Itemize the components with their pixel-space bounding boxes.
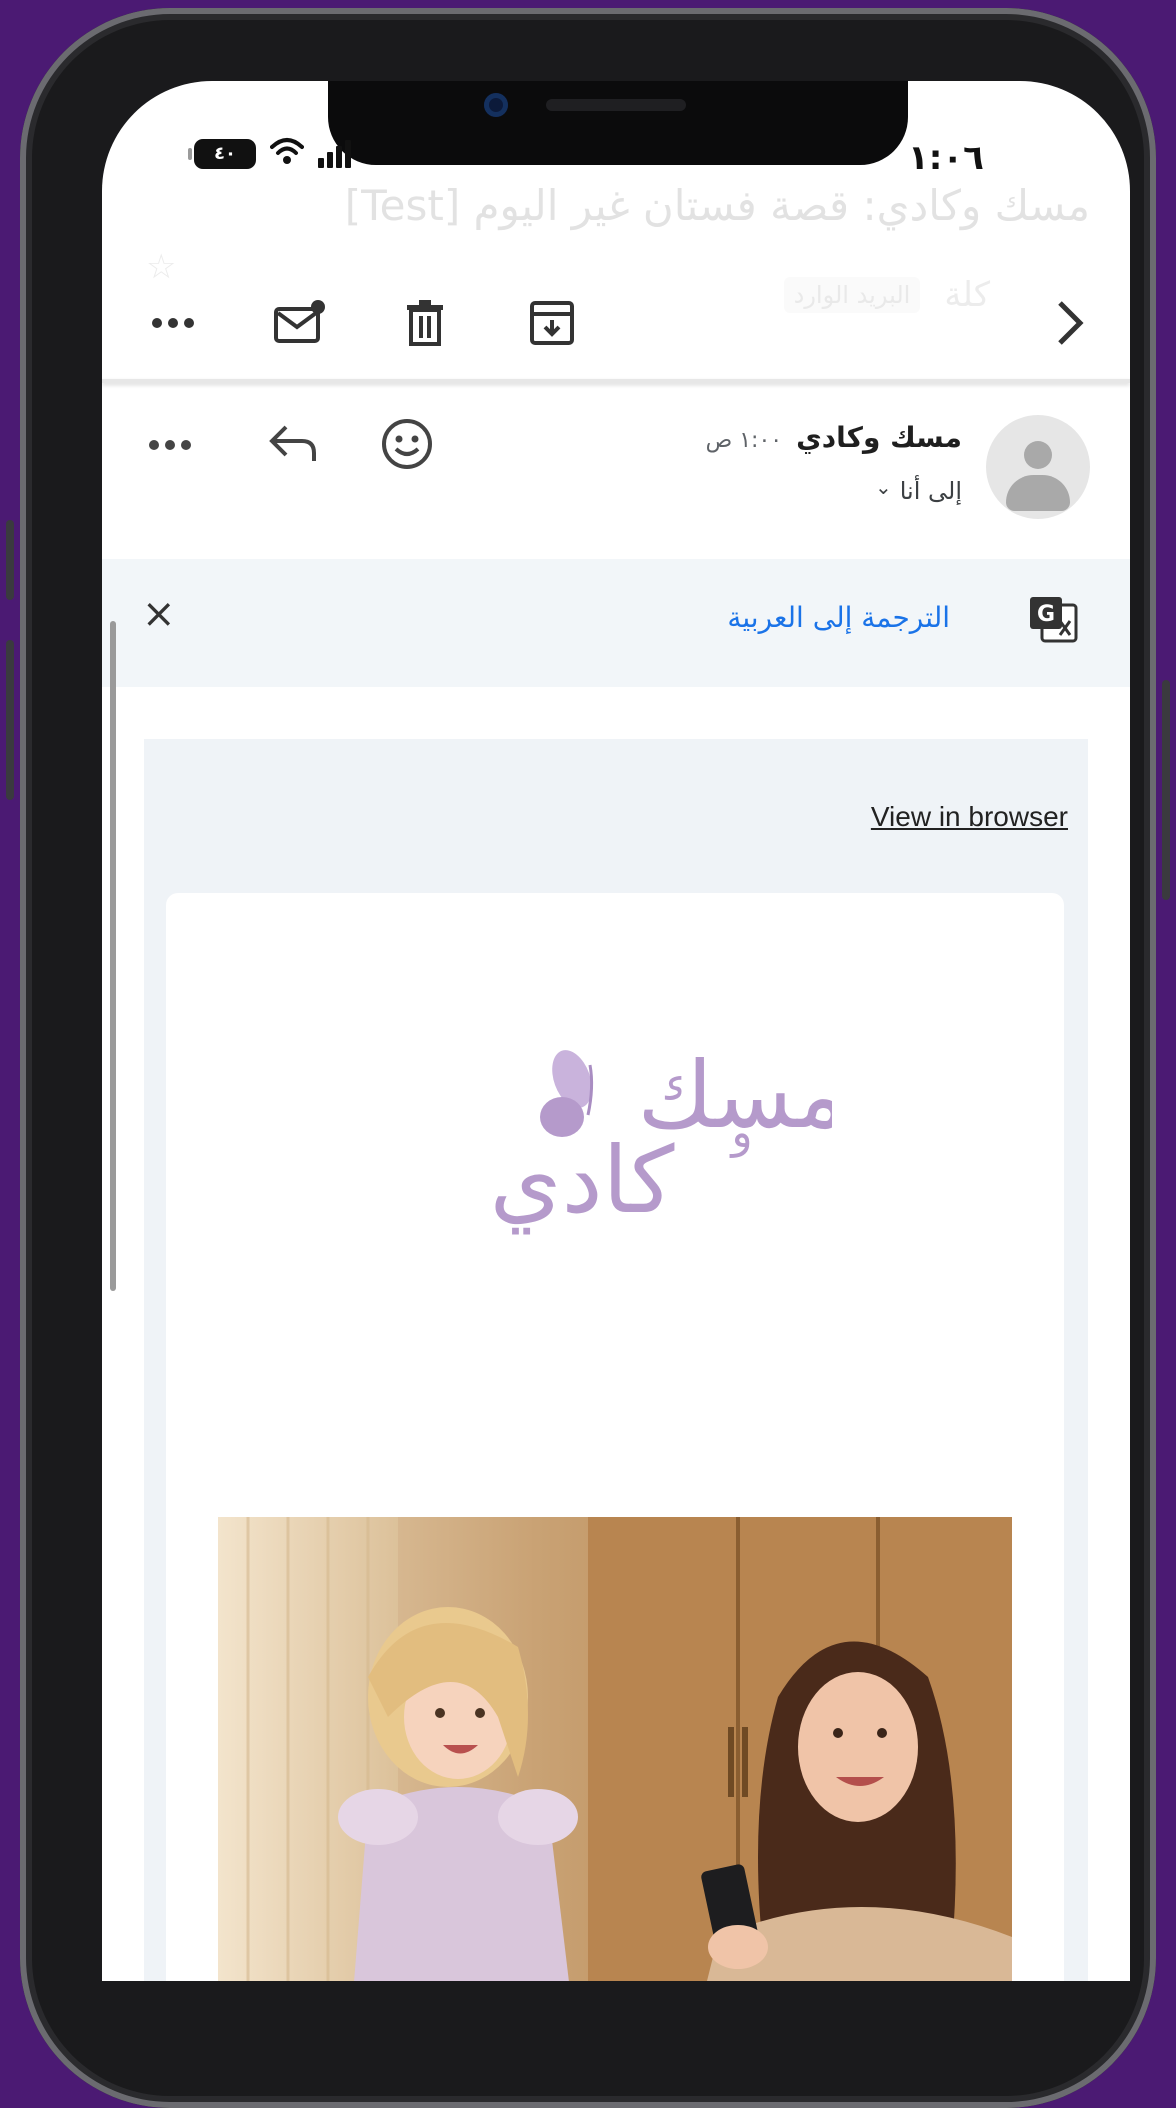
logo-text-conjunction: و [729,1107,752,1158]
email-body: View in browser مسك و كادي [144,739,1088,1981]
more-icon[interactable] [148,439,192,451]
sender-line: مسك وكادي ١:٠٠ ص [706,421,962,454]
email-subject: مسك وكادي: قصة فستان غير اليوم [Test] [344,181,1090,230]
google-translate-icon: G [1028,595,1078,645]
avatar[interactable] [986,415,1090,519]
scroll-indicator[interactable] [110,621,116,1291]
emoji-reaction-icon[interactable] [380,417,434,471]
front-camera [484,93,508,117]
more-icon[interactable] [148,299,198,347]
reply-icon[interactable] [268,421,320,465]
status-icons: ٤٠ [188,137,351,171]
status-time: ١:٠٦ [908,138,984,178]
recipient-label: إلى أنا [899,477,962,505]
sent-time: ١:٠٠ ص [705,428,783,453]
notch [328,81,908,165]
cell-signal-icon [318,140,351,168]
phone-screen: ١:٠٦ ٤٠ مسك وكادي: قصة فستان غير اليوم [… [102,81,1130,1981]
close-icon[interactable]: × [142,591,176,637]
chevron-down-icon: ⌄ [874,475,892,499]
email-card: مسك و كادي [166,893,1064,1981]
translate-link[interactable]: الترجمة إلى العربية [727,601,950,634]
trash-icon[interactable] [400,299,450,347]
translation-banner: × الترجمة إلى العربية G [102,559,1130,687]
svg-text:G: G [1037,602,1055,627]
volume-up-button [6,640,14,800]
email-toolbar [102,271,1130,371]
view-in-browser-link[interactable]: View in browser [871,801,1068,833]
hero-photo [218,1517,1012,1981]
chevron-right-icon[interactable] [1046,299,1092,347]
recipient-toggle[interactable]: إلى أنا ⌄ [874,475,962,505]
archive-icon[interactable] [526,299,578,347]
battery-icon: ٤٠ [188,139,256,169]
sender-name: مسك وكادي [796,421,962,454]
toolbar-divider [102,379,1130,383]
mute-switch [6,520,14,600]
earpiece-speaker [546,99,686,111]
logo-text-bottom: كادي [490,1127,675,1234]
mark-unread-icon[interactable] [272,299,328,347]
brand-logo: مسك و كادي [412,1017,847,1237]
power-button [1162,680,1170,900]
phone-frame: ١:٠٦ ٤٠ مسك وكادي: قصة فستان غير اليوم [… [20,8,1156,2108]
wifi-icon [270,137,304,171]
